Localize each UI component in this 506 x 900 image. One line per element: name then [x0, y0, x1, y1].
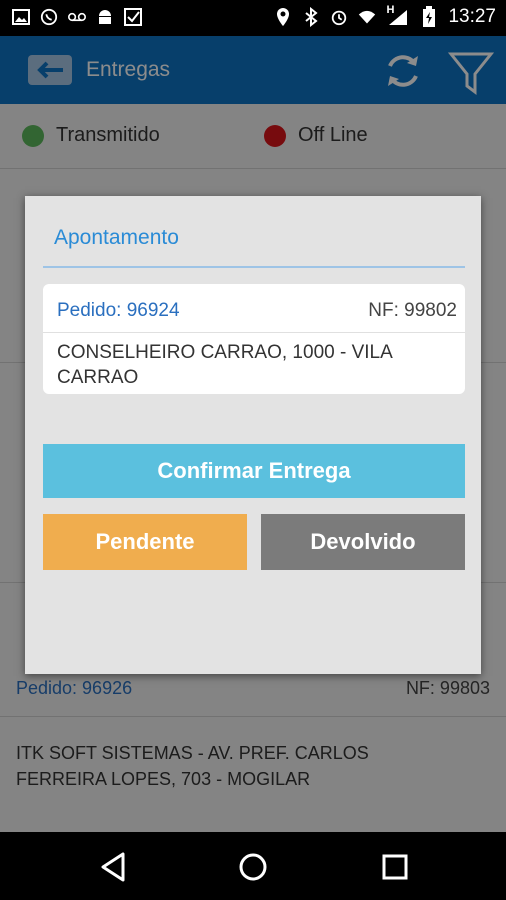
clock: 13:27: [448, 6, 496, 27]
location-icon: [274, 8, 292, 26]
order-address: CONSELHEIRO CARRAO, 1000 - VILA CARRAO: [57, 342, 392, 388]
back-nav-button[interactable]: [97, 850, 131, 884]
status-bar: H 13:27: [0, 0, 506, 36]
android-icon: [96, 8, 114, 26]
signal-icon: H: [386, 4, 410, 26]
card-divider: [43, 332, 465, 333]
recents-nav-button[interactable]: [378, 850, 412, 884]
task-icon: [124, 8, 142, 26]
alarm-icon: [330, 8, 348, 26]
image-icon: [12, 8, 30, 26]
dialog-title-divider: [43, 266, 465, 268]
wifi-icon: [358, 8, 376, 26]
order-nf: NF: 99802: [368, 300, 457, 321]
returned-button[interactable]: Devolvido: [261, 514, 465, 570]
order-pedido: Pedido: 96924: [57, 300, 180, 321]
apontamento-dialog: Apontamento Pedido: 96924 NF: 99802 CONS…: [25, 196, 481, 674]
bluetooth-icon: [302, 7, 320, 27]
network-type-label: H: [386, 4, 395, 16]
voicemail-icon: [68, 8, 86, 26]
home-nav-button[interactable]: [236, 850, 270, 884]
order-card: Pedido: 96924 NF: 99802 CONSELHEIRO CARR…: [43, 284, 465, 394]
dialog-title: Apontamento: [54, 226, 179, 249]
recents-nav-icon: [382, 854, 408, 880]
system-icons: H 13:27: [274, 4, 496, 28]
battery-icon: [420, 6, 438, 27]
system-nav-bar: [0, 832, 506, 900]
whatsapp-icon: [40, 8, 58, 26]
back-nav-icon: [101, 852, 125, 882]
notification-icons: [12, 8, 142, 26]
home-nav-icon: [239, 853, 267, 881]
pending-button[interactable]: Pendente: [43, 514, 247, 570]
confirm-delivery-button[interactable]: Confirmar Entrega: [43, 444, 465, 498]
